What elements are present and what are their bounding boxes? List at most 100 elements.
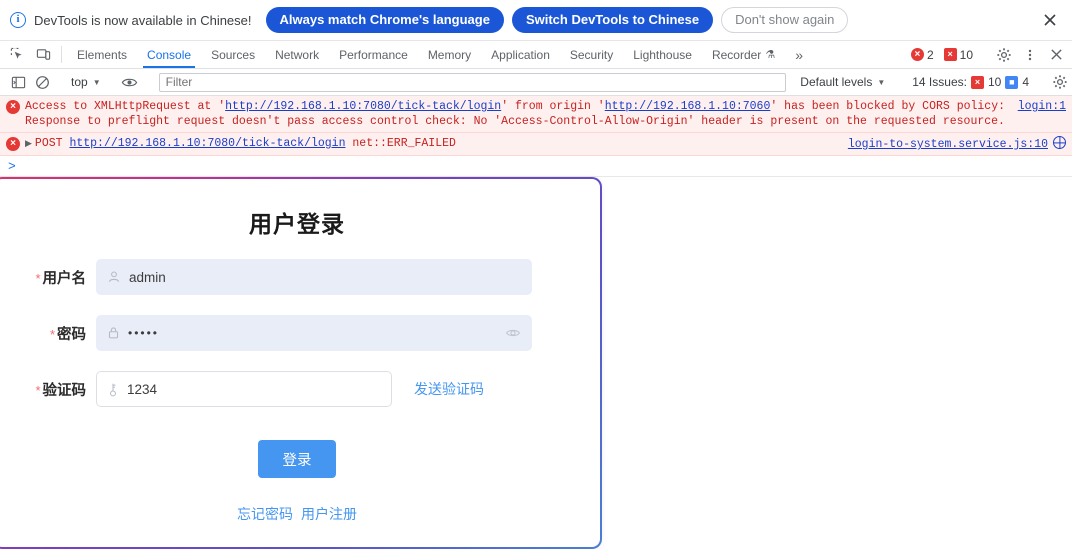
cors-line1-pre: Access to XMLHttpRequest at ' <box>25 100 226 113</box>
tab-lighthouse[interactable]: Lighthouse <box>623 41 702 68</box>
username-input[interactable]: admin <box>96 259 532 295</box>
more-tabs-icon[interactable]: » <box>785 41 813 68</box>
auxiliary-links: 忘记密码 用户注册 <box>0 504 600 524</box>
tab-label: Lighthouse <box>633 47 692 62</box>
console-sidebar-icon[interactable] <box>6 70 30 94</box>
cors-line2: Response to preflight request doesn't pa… <box>25 115 1005 128</box>
login-button[interactable]: 登录 <box>258 440 336 478</box>
close-icon[interactable] <box>1036 6 1064 34</box>
cors-line1-mid: ' from origin ' <box>501 100 605 113</box>
inspect-element-icon[interactable] <box>4 41 30 68</box>
required-mark: * <box>35 382 41 398</box>
console-prompt[interactable]: > <box>0 156 1072 177</box>
tab-label: Console <box>147 47 192 62</box>
register-link[interactable]: 用户注册 <box>301 504 357 524</box>
warning-icon: × <box>970 75 984 89</box>
network-globe-icon <box>1053 136 1066 149</box>
page-viewport: 用户登录 * 用户名 admin * 密码 ••••• * 验证码 1234 发… <box>0 177 1072 547</box>
tab-sources[interactable]: Sources <box>201 41 265 68</box>
error-count: 2 <box>926 47 934 62</box>
console-filter-bar: top ▼ Default levels ▼ 14 Issues: × 10 ■… <box>0 69 1072 96</box>
switch-devtools-to-chinese-button[interactable]: Switch DevTools to Chinese <box>511 7 714 33</box>
tab-application[interactable]: Application <box>481 41 560 68</box>
username-label: * 用户名 <box>14 267 96 288</box>
execution-context-selector[interactable]: top ▼ <box>65 75 107 89</box>
tab-elements[interactable]: Elements <box>67 41 137 68</box>
page-title: 用户登录 <box>249 211 345 237</box>
username-label-text: 用户名 <box>42 270 87 287</box>
password-value: ••••• <box>128 326 160 340</box>
captcha-input[interactable]: 1234 <box>96 371 392 407</box>
network-status: net::ERR_FAILED <box>352 137 456 150</box>
filter-input[interactable] <box>158 72 787 92</box>
tab-label: Sources <box>211 47 256 62</box>
http-method: POST <box>34 137 63 150</box>
device-toolbar-icon[interactable] <box>30 41 56 68</box>
tabstrip-right-controls: × 2 × 10 <box>907 41 1072 68</box>
required-mark: * <box>49 326 55 342</box>
prompt-caret: > <box>8 158 16 174</box>
expand-triangle-icon[interactable]: ▶ <box>25 139 32 149</box>
tab-label: Recorder <box>711 47 762 62</box>
password-input[interactable]: ••••• <box>96 315 532 351</box>
tab-label: Security <box>569 47 614 62</box>
request-url-link[interactable]: http://192.168.1.10:7080/tick-tack/login <box>69 137 345 150</box>
console-error-message-cors[interactable]: × Access to XMLHttpRequest at 'http://19… <box>0 96 1072 133</box>
cors-line1-post: ' has been blocked by CORS policy: <box>770 100 1005 113</box>
form-row-username: * 用户名 admin <box>0 259 600 295</box>
gear-icon[interactable] <box>992 43 1016 67</box>
console-message-source[interactable]: login-to-system.service.js:10 <box>848 136 1066 152</box>
tab-network[interactable]: Network <box>265 41 329 68</box>
close-devtools-icon[interactable] <box>1044 43 1068 67</box>
request-url-link[interactable]: http://192.168.1.10:7080/tick-tack/login <box>225 100 501 113</box>
form-row-captcha: * 验证码 1234 发送验证码 <box>0 371 600 407</box>
chevron-down-icon: ▼ <box>877 77 886 87</box>
tab-label: Elements <box>77 47 128 62</box>
user-icon <box>107 270 121 284</box>
login-card: 用户登录 * 用户名 admin * 密码 ••••• * 验证码 1234 发… <box>0 177 602 549</box>
kebab-menu-icon[interactable] <box>1018 43 1042 67</box>
tab-security[interactable]: Security <box>560 41 623 68</box>
issues-summary[interactable]: 14 Issues: × 10 ■ 4 <box>904 75 1037 89</box>
tab-label: Memory <box>427 47 472 62</box>
error-count-chip[interactable]: × 2 <box>907 48 938 62</box>
source-file-label: login-to-system.service.js:10 <box>847 138 1048 151</box>
info-issue-icon: ■ <box>1005 75 1019 89</box>
log-levels-value: Default levels <box>800 75 873 89</box>
origin-url-link[interactable]: http://192.168.1.10:7060 <box>605 100 771 113</box>
lock-icon <box>107 326 120 340</box>
tab-recorder[interactable]: Recorder ⚗ <box>702 41 785 68</box>
live-expression-icon[interactable] <box>118 70 142 94</box>
clear-console-icon[interactable] <box>30 70 54 94</box>
tab-label: Network <box>275 47 320 62</box>
warning-icon: × <box>943 48 957 61</box>
tab-performance[interactable]: Performance <box>329 41 418 68</box>
password-label-text: 密码 <box>57 326 86 343</box>
dont-show-again-button[interactable]: Don't show again <box>721 7 849 33</box>
eye-icon[interactable] <box>505 325 521 341</box>
flask-icon: ⚗ <box>765 49 776 61</box>
forgot-password-link[interactable]: 忘记密码 <box>237 504 293 524</box>
console-error-message-post[interactable]: × ▶ POST http://192.168.1.10:7080/tick-ta… <box>0 133 1072 156</box>
console-message-source[interactable]: login:1 <box>1018 99 1066 129</box>
console-settings-icon[interactable] <box>1048 70 1072 94</box>
warning-count-chip[interactable]: × 10 <box>940 48 977 62</box>
execution-context-value: top <box>71 75 88 89</box>
submit-row: 登录 <box>0 440 600 478</box>
issues-warning-count: 10 <box>987 75 1002 89</box>
required-mark: * <box>35 270 41 286</box>
tab-label: Application <box>491 47 550 62</box>
always-match-chrome-language-button[interactable]: Always match Chrome's language <box>265 7 504 33</box>
username-value: admin <box>129 269 166 285</box>
tab-label: Performance <box>339 47 408 62</box>
error-icon: × <box>910 48 924 61</box>
log-levels-selector[interactable]: Default levels ▼ <box>792 75 893 89</box>
devtools-tabstrip: Elements Console Sources Network Perform… <box>0 41 1072 69</box>
captcha-label: * 验证码 <box>14 379 96 400</box>
tab-memory[interactable]: Memory <box>418 41 481 68</box>
form-row-password: * 密码 ••••• <box>0 315 600 351</box>
tab-console[interactable]: Console <box>137 41 201 68</box>
key-icon <box>107 382 119 397</box>
send-verification-code-link[interactable]: 发送验证码 <box>414 379 484 399</box>
chevron-down-icon: ▼ <box>92 77 101 87</box>
